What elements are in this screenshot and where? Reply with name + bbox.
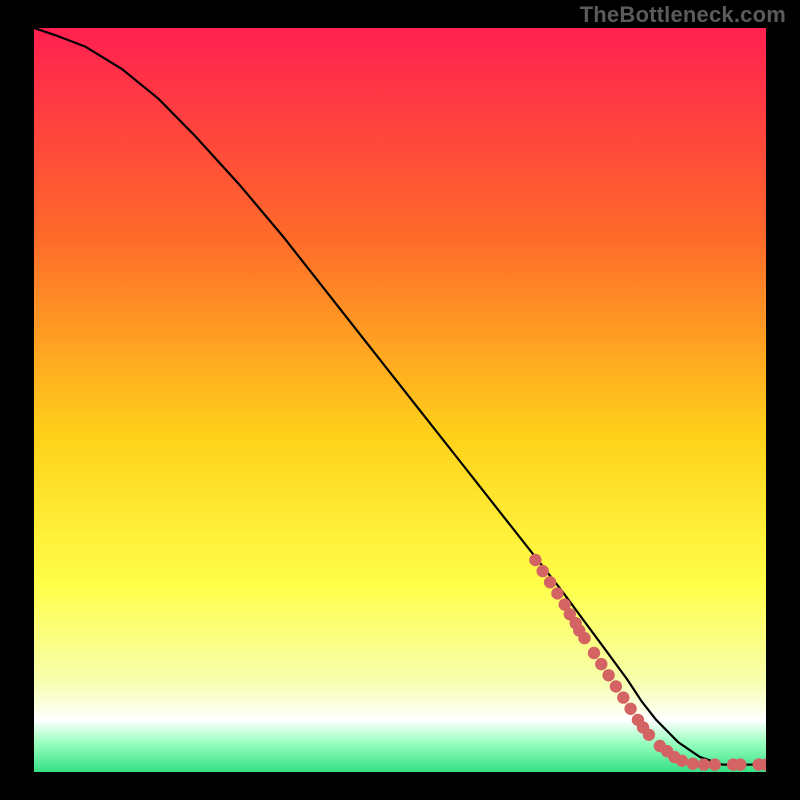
plot-area <box>34 28 766 772</box>
data-point <box>687 758 699 770</box>
data-point <box>617 691 629 703</box>
data-point <box>624 703 636 715</box>
data-point <box>595 658 607 670</box>
watermark-text: TheBottleneck.com <box>580 2 786 28</box>
chart-frame: TheBottleneck.com <box>0 0 800 800</box>
gradient-background <box>34 28 766 772</box>
data-point <box>643 729 655 741</box>
data-point <box>578 632 590 644</box>
data-point <box>698 758 710 770</box>
data-point <box>676 755 688 767</box>
data-point <box>529 554 541 566</box>
data-point <box>537 565 549 577</box>
data-point <box>551 587 563 599</box>
data-point <box>588 647 600 659</box>
chart-svg <box>34 28 766 772</box>
data-point <box>602 669 614 681</box>
data-point <box>544 576 556 588</box>
data-point <box>734 758 746 770</box>
data-point <box>709 758 721 770</box>
data-point <box>610 680 622 692</box>
